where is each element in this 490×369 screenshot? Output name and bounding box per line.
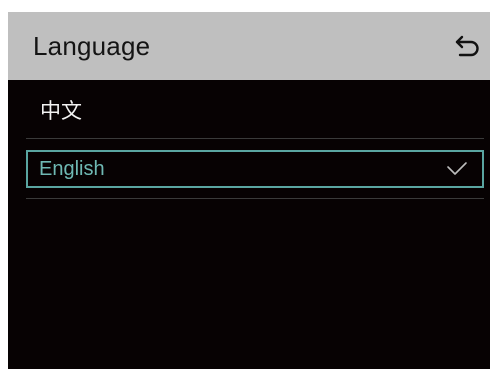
back-button[interactable]	[454, 34, 482, 60]
page-title: Language	[33, 31, 151, 61]
back-arrow-icon	[455, 35, 479, 57]
divider	[26, 198, 484, 199]
header-bar: Language	[8, 12, 490, 80]
language-option-english[interactable]: English	[26, 150, 484, 188]
divider	[26, 138, 484, 139]
language-screen: Language 中文 English	[8, 12, 490, 369]
checkmark-icon	[447, 162, 467, 175]
language-option-chinese[interactable]: 中文	[26, 80, 484, 138]
language-label-chinese: 中文	[40, 100, 82, 123]
language-label-english: English	[39, 158, 105, 180]
